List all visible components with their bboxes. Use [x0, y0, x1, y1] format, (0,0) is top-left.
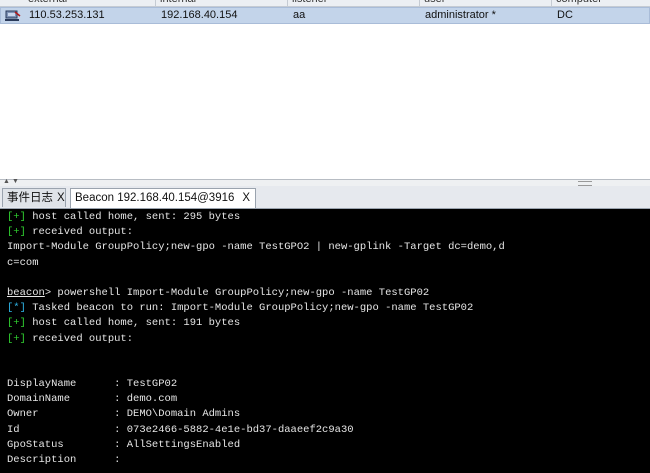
collapse-up-icon[interactable]: ▲ [3, 178, 10, 185]
console-line: Description : [7, 454, 121, 466]
tab-bar: 事件日志 X Beacon 192.168.40.154@3916 X [0, 186, 650, 209]
column-header-listener[interactable]: listener [292, 0, 327, 6]
tab-event-log[interactable]: 事件日志 X [2, 188, 66, 207]
collapse-down-icon[interactable]: ▼ [12, 178, 19, 185]
cell-computer: DC [557, 9, 573, 21]
console-line: [+] received output: [7, 226, 134, 238]
beacon-prompt: beacon [7, 287, 45, 299]
column-header-internal[interactable]: internal [160, 0, 196, 6]
console-line: Id : 073e2466-5882-4e1e-bd37-daaeef2c9a3… [7, 424, 354, 436]
beacon-table: external internal listener user computer… [0, 0, 650, 179]
close-icon[interactable]: X [242, 192, 250, 204]
close-icon[interactable]: X [57, 192, 65, 204]
table-header: external internal listener user computer [0, 0, 650, 7]
cell-user: administrator * [425, 9, 496, 21]
column-header-computer[interactable]: computer [556, 0, 602, 6]
console-line: Import-Module GroupPolicy;new-gpo -name … [7, 241, 505, 253]
tab-label: 事件日志 [7, 192, 53, 204]
table-row[interactable]: 110.53.253.131 192.168.40.154 aa adminis… [0, 7, 650, 24]
console-line: GpoStatus : AllSettingsEnabled [7, 439, 241, 451]
cell-external: 110.53.253.131 [29, 9, 105, 21]
column-header-user[interactable]: user [424, 0, 445, 6]
console-line: c=com [7, 257, 39, 269]
beacon-console[interactable]: [+] host called home, sent: 295 bytes [+… [0, 209, 650, 473]
beacon-computer-icon [5, 10, 21, 21]
tab-beacon[interactable]: Beacon 192.168.40.154@3916 X [70, 188, 256, 208]
console-line: DisplayName : TestGP02 [7, 378, 178, 390]
console-line: [+] host called home, sent: 295 bytes [7, 211, 241, 223]
console-line: beacon> powershell Import-Module GroupPo… [7, 287, 430, 299]
tab-label: Beacon 192.168.40.154@3916 [75, 192, 235, 204]
console-line: Owner : DEMO\Domain Admins [7, 408, 241, 420]
console-line: [+] host called home, sent: 191 bytes [7, 317, 241, 329]
console-line: [*] Tasked beacon to run: Import-Module … [7, 302, 474, 314]
console-line: [+] received output: [7, 333, 134, 345]
cell-internal: 192.168.40.154 [161, 9, 238, 21]
cell-listener: aa [293, 9, 306, 21]
console-line: DomainName : demo.com [7, 393, 178, 405]
column-header-external[interactable]: external [28, 0, 67, 6]
